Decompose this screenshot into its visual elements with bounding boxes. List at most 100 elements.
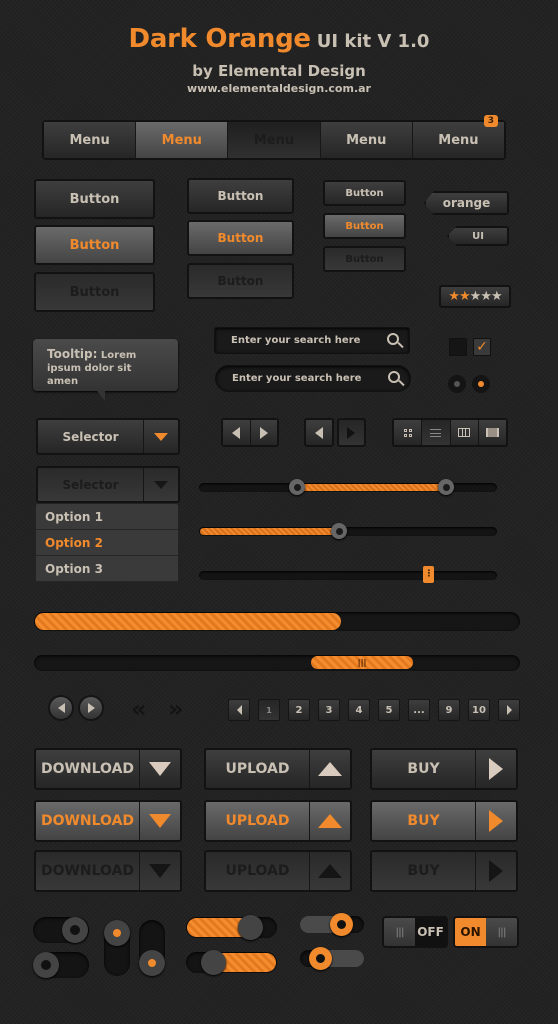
page-2[interactable]: 2 — [288, 699, 310, 721]
dropdown-option[interactable]: Option 1 — [36, 504, 178, 530]
checkbox-unchecked[interactable] — [449, 338, 467, 356]
search-input-square[interactable]: Enter your search here — [214, 327, 410, 354]
medium-button-hover[interactable]: Button — [187, 220, 294, 256]
double-chevron-right-icon[interactable]: » — [168, 694, 184, 724]
filmstrip-view-button[interactable] — [478, 420, 506, 445]
small-button-normal[interactable]: Button — [323, 180, 406, 206]
grid-view-button[interactable] — [394, 420, 423, 445]
star-icon-empty[interactable]: ★ — [491, 289, 503, 304]
value-slider[interactable] — [199, 523, 497, 539]
menu-item-4[interactable]: Menu — [320, 122, 413, 158]
tag-orange[interactable]: orange — [424, 191, 509, 215]
upload-button[interactable]: UPLOAD — [204, 748, 352, 790]
search-icon[interactable] — [387, 333, 399, 345]
checkbox-checked[interactable]: ✓ — [473, 338, 491, 356]
next-button[interactable] — [250, 420, 277, 445]
selector-dropdown-open[interactable]: Selector — [36, 466, 180, 503]
scrollbar-thumb[interactable]: ||| — [311, 656, 414, 669]
selector-label: Selector — [38, 420, 144, 453]
switch-off[interactable]: ||| OFF — [382, 916, 448, 948]
page-ellipsis[interactable]: ... — [408, 699, 430, 721]
dropdown-arrow[interactable] — [144, 420, 178, 453]
page-5[interactable]: 5 — [378, 699, 400, 721]
menu-item-3-pressed[interactable]: Menu — [228, 122, 321, 158]
page-next-button[interactable] — [498, 699, 520, 721]
slider-grip-handle[interactable]: ⋮ — [423, 566, 435, 583]
double-chevron-left-icon[interactable]: « — [131, 694, 147, 724]
range-slider[interactable] — [199, 479, 497, 495]
buy-button-disabled[interactable]: BUY — [370, 850, 518, 892]
switch-grip[interactable]: ||| — [486, 918, 517, 946]
toggle-knob[interactable] — [104, 920, 130, 946]
search-icon[interactable] — [388, 371, 400, 383]
column-view-button[interactable] — [450, 420, 479, 445]
website-link[interactable]: www.elementaldesign.com.ar — [0, 82, 558, 95]
download-button[interactable]: DOWNLOAD — [34, 748, 182, 790]
toggle-knob[interactable] — [62, 917, 88, 943]
vertical-toggle-up[interactable] — [104, 920, 130, 976]
radio-dot — [454, 381, 460, 387]
radio-unselected[interactable] — [448, 375, 466, 393]
small-button-hover[interactable]: Button — [323, 213, 406, 239]
star-icon-filled[interactable]: ★ — [448, 289, 460, 304]
star-icon-filled[interactable]: ★ — [459, 289, 471, 304]
toggle-knob[interactable] — [201, 950, 226, 975]
star-icon-empty[interactable]: ★ — [470, 289, 482, 304]
toggle-knob[interactable] — [238, 915, 263, 940]
large-button-hover[interactable]: Button — [34, 225, 155, 265]
vertical-toggle-down[interactable] — [139, 920, 165, 976]
page-prev-button[interactable] — [228, 699, 250, 721]
tag-ui[interactable]: UI — [447, 226, 509, 246]
prev-button[interactable] — [223, 420, 251, 445]
round-next-button[interactable] — [78, 695, 104, 721]
download-button-disabled[interactable]: DOWNLOAD — [34, 850, 182, 892]
menu-item-1[interactable]: Menu — [44, 122, 137, 158]
page-9[interactable]: 9 — [438, 699, 460, 721]
round-prev-button[interactable] — [48, 695, 74, 721]
buy-button-hover[interactable]: BUY — [370, 800, 518, 842]
search-input-rounded[interactable]: Enter your search here — [215, 365, 411, 392]
list-view-button[interactable] — [422, 420, 451, 445]
large-button-normal[interactable]: Button — [34, 179, 155, 219]
toggle-knob[interactable] — [139, 950, 165, 976]
next-button-pressed[interactable] — [336, 418, 366, 447]
dropdown-option-active[interactable]: Option 2 — [36, 530, 178, 556]
menu-item-5[interactable]: Menu 3 — [412, 115, 505, 158]
menu-item-2-active[interactable]: Menu — [136, 122, 229, 158]
orange-toggle-off[interactable] — [186, 950, 277, 975]
toggle-knob[interactable] — [309, 947, 332, 970]
dropdown-option[interactable]: Option 3 — [36, 556, 178, 582]
dropdown-arrow[interactable] — [144, 468, 178, 501]
medium-button-disabled[interactable]: Button — [187, 263, 294, 299]
switch-on[interactable]: ON ||| — [453, 916, 519, 948]
switch-grip[interactable]: ||| — [384, 918, 415, 946]
toggle-switch-left[interactable] — [33, 952, 89, 978]
range-slider-low-handle[interactable] — [289, 479, 306, 495]
star-rating[interactable]: ★ ★ ★ ★ ★ — [439, 285, 511, 308]
page-10[interactable]: 10 — [468, 699, 490, 721]
medium-button-normal[interactable]: Button — [187, 178, 294, 214]
toggle-knob[interactable] — [33, 952, 59, 978]
star-icon-empty[interactable]: ★ — [480, 289, 492, 304]
prev-button[interactable] — [304, 418, 334, 447]
mini-toggle-on[interactable] — [300, 913, 364, 936]
small-button-disabled[interactable]: Button — [323, 246, 406, 272]
page-1-current[interactable]: 1 — [258, 699, 280, 721]
page-4[interactable]: 4 — [348, 699, 370, 721]
download-button-hover[interactable]: DOWNLOAD — [34, 800, 182, 842]
upload-button-hover[interactable]: UPLOAD — [204, 800, 352, 842]
page-3[interactable]: 3 — [318, 699, 340, 721]
toggle-knob[interactable] — [330, 913, 353, 936]
value-slider-handle[interactable] — [331, 523, 348, 539]
selector-dropdown[interactable]: Selector — [36, 418, 180, 455]
upload-button-disabled[interactable]: UPLOAD — [204, 850, 352, 892]
mini-toggle-off[interactable] — [300, 947, 364, 970]
horizontal-scrollbar[interactable]: ||| — [34, 655, 520, 671]
range-slider-high-handle[interactable] — [438, 479, 455, 495]
buy-button[interactable]: BUY — [370, 748, 518, 790]
radio-selected[interactable] — [472, 375, 490, 393]
handle-slider[interactable]: ⋮ — [199, 566, 497, 583]
toggle-switch-right[interactable] — [33, 917, 89, 943]
orange-toggle-on[interactable] — [186, 915, 277, 940]
large-button-disabled[interactable]: Button — [34, 272, 155, 312]
